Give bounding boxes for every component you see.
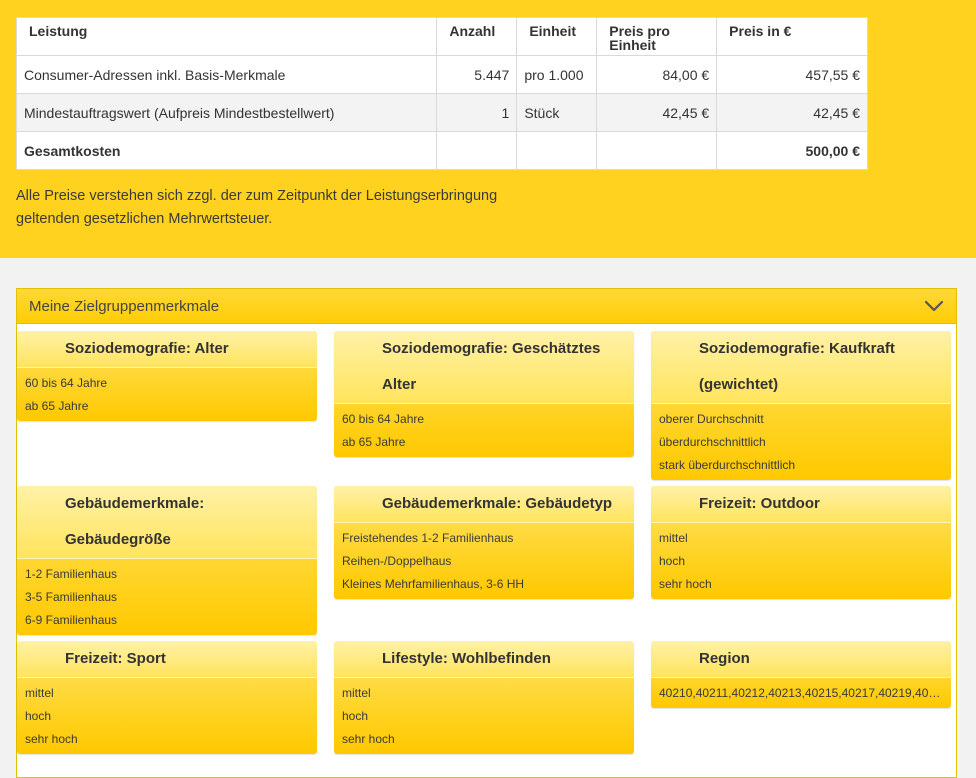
cell-anzahl: 5.447 [436, 55, 518, 94]
column-header-einheit: Einheit [516, 17, 598, 56]
criteria-card: Region 40210,40211,40212,40213,40215,4021… [651, 641, 951, 708]
card-item: Reihen-/Doppelhaus [342, 554, 452, 568]
card-title: Gebäudemerkmale: Gebäudetyp [334, 486, 634, 523]
criteria-card: Soziodemografie: Kaufkraft (gewichtet) ob… [651, 331, 951, 480]
table-header-row: Leistung Anzahl Einheit Preis pro Einhei… [15, 17, 868, 56]
total-label: Gesamtkosten [15, 131, 438, 170]
total-value: 500,00 € [716, 131, 868, 170]
column-header-leistung: Leistung [15, 17, 438, 56]
card-item: 60 bis 64 Jahre [342, 412, 425, 426]
column-header-preis-pro-einheit: Preis pro Einheit [596, 17, 718, 56]
target-group-panel: Meine Zielgruppenmerkmale Soziodemografi… [16, 288, 957, 778]
card-title: Lifestyle: Wohlbefinden [334, 641, 634, 678]
card-title: Soziodemografie: Geschätztes Alter [334, 331, 634, 404]
table-row: Consumer-Adressen inkl. Basis-Merkmale 5… [15, 55, 868, 94]
card-item: sehr hoch [25, 732, 78, 746]
card-item: 3-5 Familienhaus [25, 590, 118, 604]
card-item: mittel [25, 686, 54, 700]
criteria-card: Soziodemografie: Alter 60 bis 64 Jahre ab … [17, 331, 317, 421]
card-item: hoch [342, 709, 369, 723]
criteria-card: Freizeit: Outdoor mittel hoch sehr hoch [651, 486, 951, 599]
cell-preis-pro-einheit: 84,00 € [596, 55, 718, 94]
criteria-card: Gebäudemerkmale: Gebäudegröße 1-2 Familie… [17, 486, 317, 635]
card-item: sehr hoch [659, 577, 712, 591]
card-body: mittel hoch sehr hoch [334, 678, 634, 754]
criteria-card: Gebäudemerkmale: Gebäudetyp Freistehendes… [334, 486, 634, 599]
card-title: Freizeit: Outdoor [651, 486, 951, 523]
cell-preis: 42,45 € [716, 93, 868, 132]
criteria-card: Soziodemografie: Geschätztes Alter 60 bis… [334, 331, 634, 457]
cell-preis-pro-einheit: 42,45 € [596, 93, 718, 132]
cell-einheit: pro 1.000 [516, 55, 598, 94]
card-title: Gebäudemerkmale: Gebäudegröße [17, 486, 317, 559]
card-item: mittel [342, 686, 371, 700]
card-item: ab 65 Jahre [342, 435, 406, 449]
empty-cell [596, 131, 718, 170]
criteria-card: Freizeit: Sport mittel hoch sehr hoch [17, 641, 317, 754]
card-body: 40210,40211,40212,40213,40215,40217,4021… [651, 678, 951, 708]
card-title: Freizeit: Sport [17, 641, 317, 678]
panel-title: Meine Zielgruppenmerkmale [29, 297, 220, 315]
card-item: ab 65 Jahre [25, 399, 89, 413]
price-section: Leistung Anzahl Einheit Preis pro Einhei… [0, 0, 976, 258]
card-item: 1-2 Familienhaus [25, 567, 118, 581]
card-item: Freistehendes 1-2 Familienhaus [342, 531, 514, 545]
card-item: 40210,40211,40212,40213,40215,40217,4021… [659, 686, 943, 700]
vat-note: Alle Preise verstehen sich zzgl. der zum… [16, 188, 498, 227]
card-body: 1-2 Familienhaus 3-5 Familienhaus 6-9 Fami… [17, 559, 317, 635]
cell-leistung: Consumer-Adressen inkl. Basis-Merkmale [15, 55, 438, 94]
cell-leistung: Mindestauftragswert (Aufpreis Mindestbes… [15, 93, 438, 132]
card-item: sehr hoch [342, 732, 395, 746]
cell-preis: 457,55 € [716, 55, 868, 94]
card-item: stark überdurchschnittlich [659, 458, 796, 472]
panel-header[interactable]: Meine Zielgruppenmerkmale [17, 289, 956, 324]
card-item: mittel [659, 531, 688, 545]
card-body: mittel hoch sehr hoch [17, 678, 317, 754]
criteria-card: Lifestyle: Wohlbefinden mittel hoch sehr ho… [334, 641, 634, 754]
empty-cell [436, 131, 518, 170]
card-item: 6-9 Familienhaus [25, 613, 118, 627]
card-item: Kleines Mehrfamilienhaus, 3-6 HH [342, 577, 525, 591]
card-title: Region [651, 641, 951, 678]
empty-cell [516, 131, 598, 170]
card-title: Soziodemografie: Alter [17, 331, 317, 368]
card-body: oberer Durchschnitt überdurchschnittlich s… [651, 404, 951, 480]
column-header-anzahl: Anzahl [436, 17, 518, 56]
cell-anzahl: 1 [436, 93, 518, 132]
card-item: überdurchschnittlich [659, 435, 766, 449]
column-header-preis: Preis in € [716, 17, 868, 56]
card-title: Soziodemografie: Kaufkraft (gewichtet) [651, 331, 951, 404]
card-body: 60 bis 64 Jahre ab 65 Jahre [17, 368, 317, 421]
total-row: Gesamtkosten 500,00 € [15, 131, 868, 170]
card-body: 60 bis 64 Jahre ab 65 Jahre [334, 404, 634, 457]
card-item: 60 bis 64 Jahre [25, 376, 108, 390]
card-body: mittel hoch sehr hoch [651, 523, 951, 599]
card-item: oberer Durchschnitt [659, 412, 764, 426]
chevron-down-icon[interactable] [924, 299, 944, 313]
card-body: Freistehendes 1-2 Familienhaus Reihen-/Do… [334, 523, 634, 599]
card-item: hoch [659, 554, 686, 568]
price-table: Leistung Anzahl Einheit Preis pro Einhei… [15, 17, 868, 170]
card-item: hoch [25, 709, 52, 723]
cell-einheit: Stück [516, 93, 598, 132]
table-row: Mindestauftragswert (Aufpreis Mindestbes… [15, 93, 868, 132]
